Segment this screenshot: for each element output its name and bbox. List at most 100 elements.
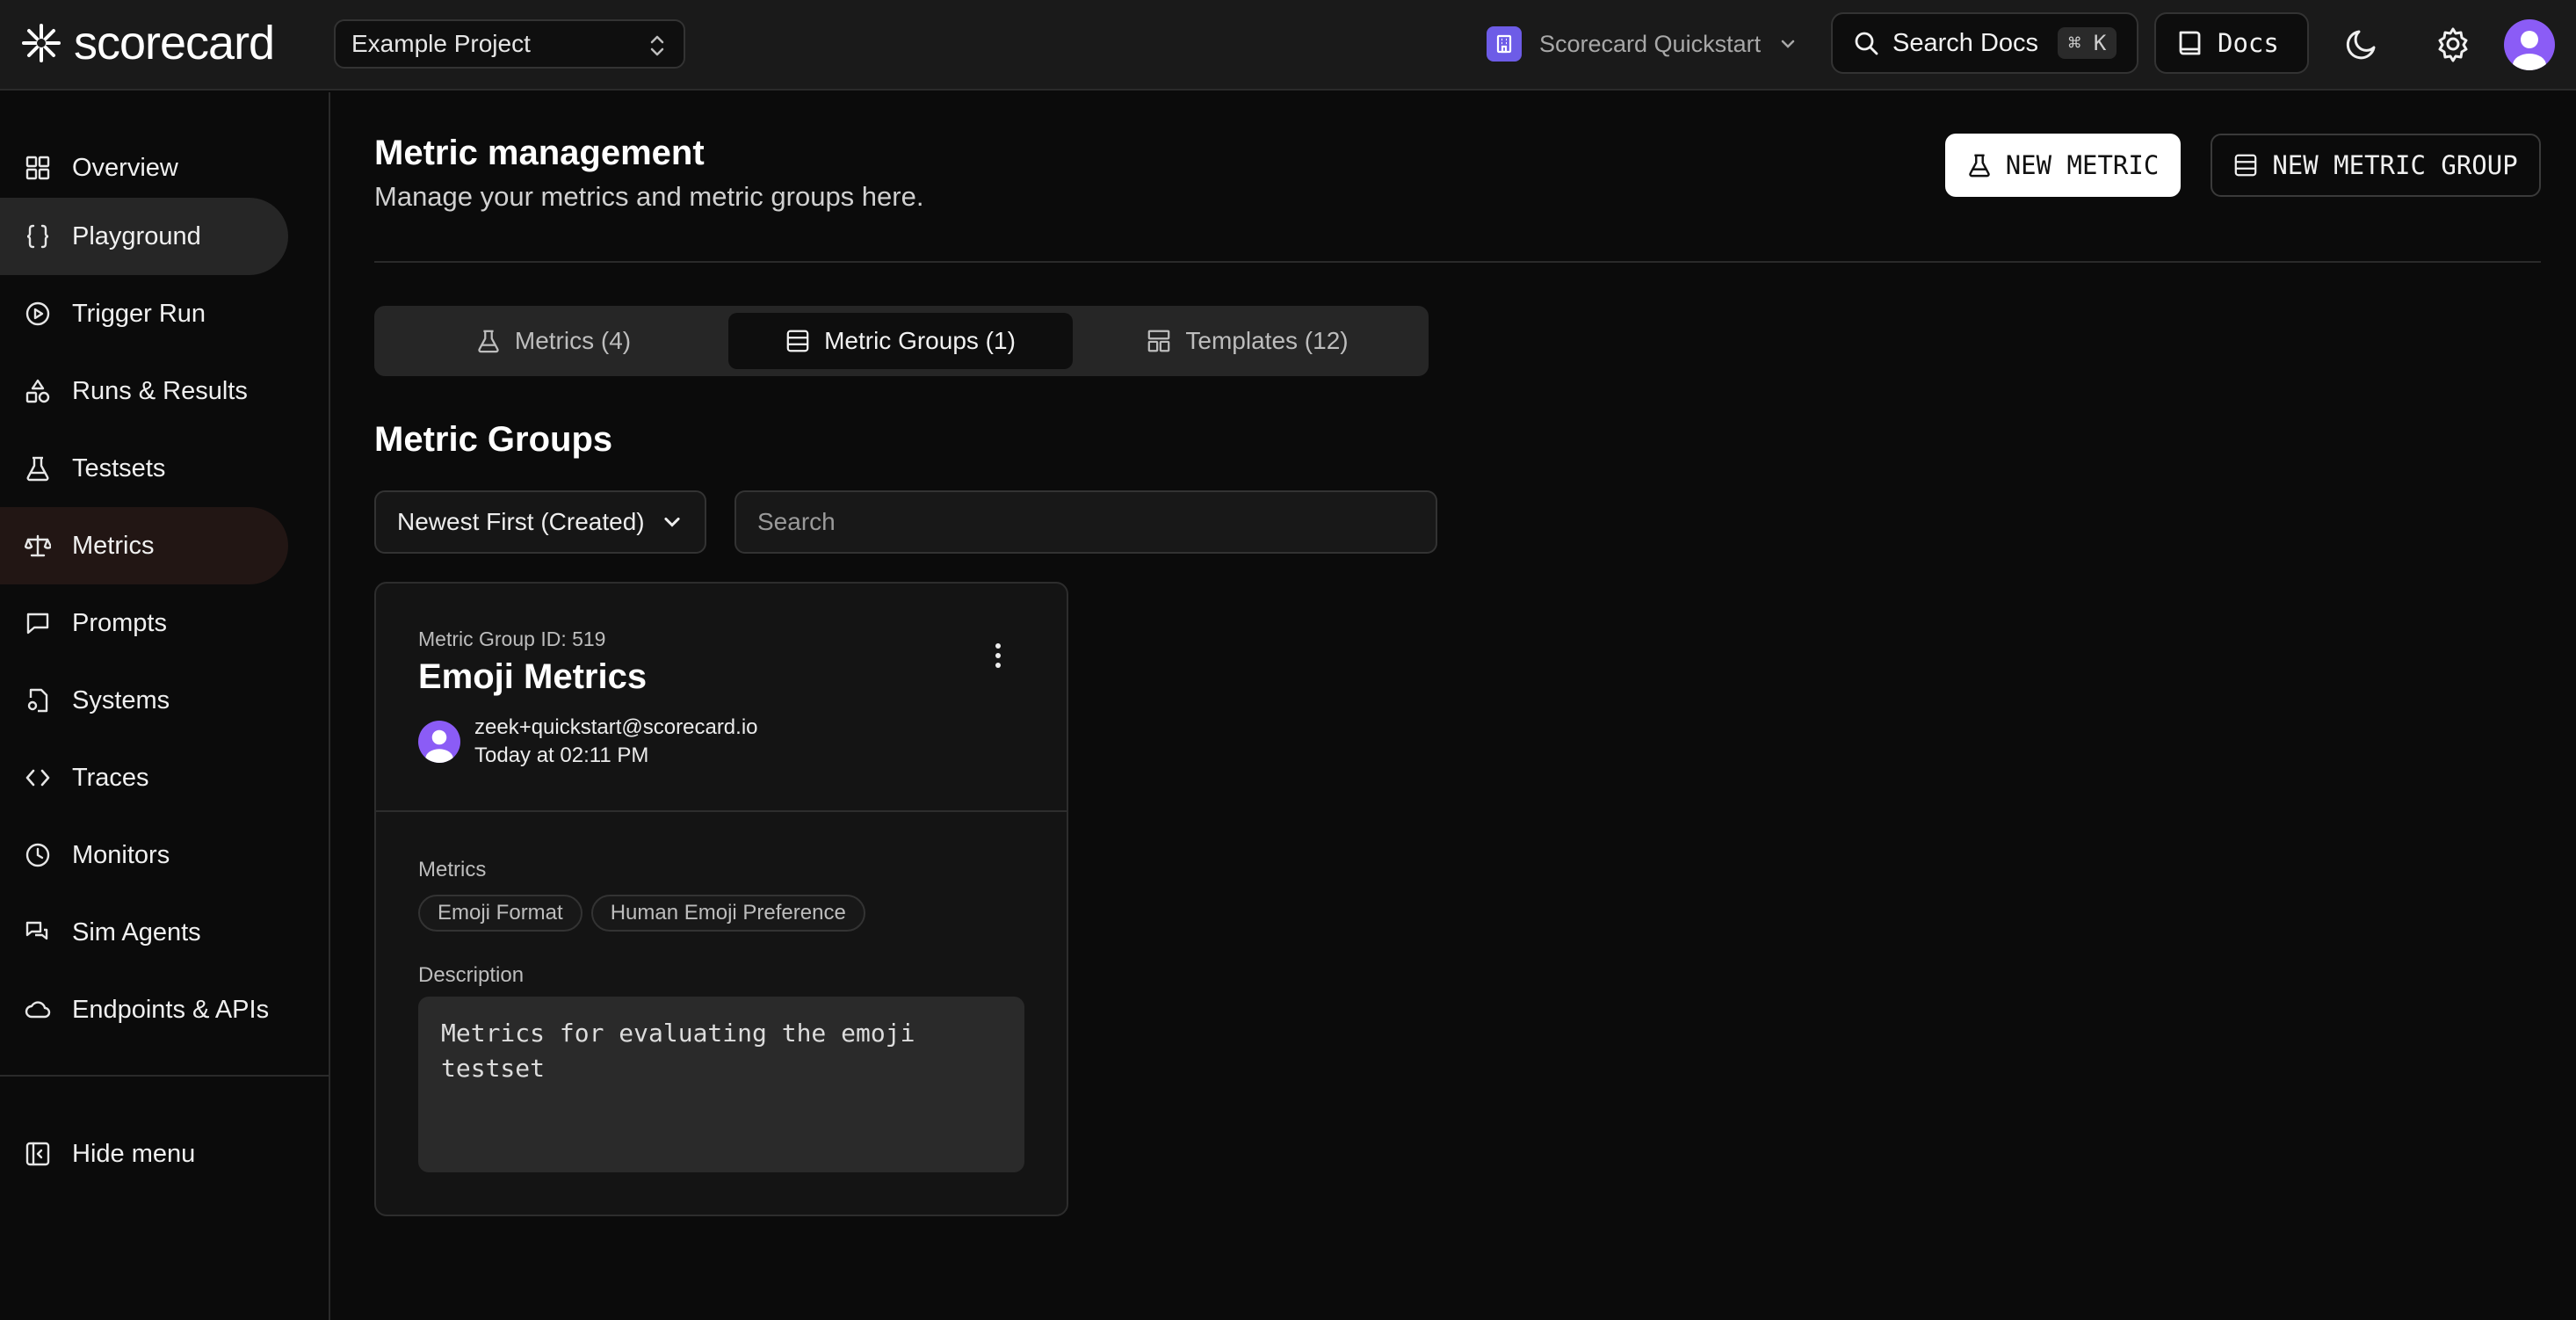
chevron-down-icon <box>661 511 684 533</box>
sidebar-item-overview[interactable]: Overview <box>0 129 288 207</box>
flask-icon <box>476 329 501 353</box>
org-name: Scorecard Quickstart <box>1539 30 1762 57</box>
description-label: Description <box>418 963 525 987</box>
list-icon <box>2233 153 2258 178</box>
sidebar-item-label: Systems <box>72 685 170 714</box>
sidebar-item-label: Sim Agents <box>72 917 201 946</box>
sidebar-item-label: Overview <box>72 153 178 182</box>
description-text[interactable]: Metrics for evaluating the emoji testset <box>418 997 1024 1172</box>
more-vertical-icon[interactable] <box>980 638 1016 673</box>
new-metric-button[interactable]: NEW METRIC <box>1945 134 2181 197</box>
project-select-value: Example Project <box>351 30 531 57</box>
tab-label: Metrics (4) <box>514 327 632 354</box>
docs-label: Docs <box>2218 28 2279 58</box>
sidebar-divider <box>0 1075 330 1077</box>
metric-chips: Emoji Format Human Emoji Preference <box>418 895 865 932</box>
docs-button[interactable]: Docs <box>2154 12 2309 74</box>
sidebar-item-monitors[interactable]: Monitors <box>0 816 288 894</box>
user-avatar[interactable] <box>2504 19 2555 70</box>
top-bar: scorecard Example Project Scorecard Quic… <box>0 0 2576 91</box>
sidebar-item-trigger-run[interactable]: Trigger Run <box>0 275 288 352</box>
tab-label: Metric Groups (1) <box>824 327 1016 354</box>
sidebar-item-label: Prompts <box>72 608 167 637</box>
project-select[interactable]: Example Project <box>334 19 685 69</box>
code-icon <box>25 765 51 791</box>
tab-label: Templates (12) <box>1185 327 1349 354</box>
clock-icon <box>25 842 51 868</box>
sidebar-item-playground[interactable]: Playground <box>0 198 288 275</box>
building-icon <box>1487 26 1522 62</box>
sidebar-item-label: Endpoints & APIs <box>72 995 270 1024</box>
metric-group-id: Metric Group ID: 519 <box>418 627 606 650</box>
new-metric-label: NEW METRIC <box>2005 150 2160 180</box>
metric-chip[interactable]: Human Emoji Preference <box>590 895 865 932</box>
sidebar-item-systems[interactable]: Systems <box>0 662 288 739</box>
gear-icon[interactable] <box>2432 23 2474 65</box>
tab-metrics[interactable]: Metrics (4) <box>381 313 726 369</box>
flask-icon <box>25 455 51 482</box>
header-divider <box>374 261 2541 263</box>
avatar <box>418 721 460 763</box>
new-metric-group-label: NEW METRIC GROUP <box>2272 150 2518 180</box>
sidebar-item-label: Monitors <box>72 840 170 869</box>
page-subtitle: Manage your metrics and metric groups he… <box>374 181 924 212</box>
braces-icon <box>25 223 51 250</box>
sidebar-item-label: Runs & Results <box>72 376 248 405</box>
sidebar-item-sim-agents[interactable]: Sim Agents <box>0 894 288 971</box>
metric-chip[interactable]: Emoji Format <box>418 895 582 932</box>
shapes-icon <box>25 378 51 404</box>
sidebar-item-testsets[interactable]: Testsets <box>0 430 288 507</box>
sidebar-item-label: Traces <box>72 763 149 792</box>
file-cog-icon <box>25 687 51 714</box>
chevrons-up-down-icon <box>647 33 668 58</box>
sidebar-item-label: Trigger Run <box>72 299 206 328</box>
page-title: Metric management <box>374 134 705 172</box>
message-square-icon <box>25 610 51 636</box>
logo-text: scorecard <box>74 17 275 69</box>
metric-group-title: Emoji Metrics <box>418 657 648 696</box>
logo[interactable]: scorecard <box>21 16 275 70</box>
hide-menu-button[interactable]: Hide menu <box>0 1115 288 1193</box>
sidebar: Overview Playground Trigger Run Runs & R… <box>0 92 330 1320</box>
new-metric-group-button[interactable]: NEW METRIC GROUP <box>2211 134 2541 197</box>
play-circle-icon <box>25 301 51 327</box>
sidebar-item-metrics[interactable]: Metrics <box>0 507 288 584</box>
tab-bar: Metrics (4) Metric Groups (1) Templates … <box>374 306 1429 376</box>
scale-icon <box>25 533 51 559</box>
sidebar-item-label: Playground <box>72 221 201 250</box>
metrics-label: Metrics <box>418 858 487 881</box>
creator-email: zeek+quickstart@scorecard.io <box>474 715 758 739</box>
search-docs-button[interactable]: Search Docs ⌘ K <box>1831 12 2138 74</box>
sidebar-item-prompts[interactable]: Prompts <box>0 584 288 662</box>
chevron-down-icon <box>1778 34 1798 54</box>
layout-icon <box>1147 329 1171 353</box>
search-icon <box>1852 29 1880 57</box>
search-docs-label: Search Docs <box>1892 28 2039 57</box>
list-icon <box>785 329 810 353</box>
cloud-icon <box>25 997 51 1023</box>
sidebar-item-endpoints-apis[interactable]: Endpoints & APIs <box>0 971 288 1048</box>
section-title: Metric Groups <box>374 420 613 459</box>
sidebar-item-label: Metrics <box>72 531 155 560</box>
created-time: Today at 02:11 PM <box>474 743 649 767</box>
flask-icon <box>1967 153 1992 178</box>
card-divider <box>376 810 1067 812</box>
panel-left-icon <box>25 1141 51 1167</box>
moon-icon[interactable] <box>2341 23 2383 65</box>
tab-metric-groups[interactable]: Metric Groups (1) <box>728 313 1073 369</box>
hide-menu-label: Hide menu <box>72 1139 196 1168</box>
metric-group-card[interactable]: Metric Group ID: 519 Emoji Metrics zeek+… <box>374 582 1068 1216</box>
sidebar-item-label: Testsets <box>72 453 166 482</box>
messages-icon <box>25 919 51 946</box>
org-switcher[interactable]: Scorecard Quickstart <box>1487 23 1798 65</box>
sort-select-value: Newest First (Created) <box>397 508 645 535</box>
asterisk-logo-icon <box>21 23 62 63</box>
sidebar-item-runs-results[interactable]: Runs & Results <box>0 352 288 430</box>
sidebar-item-traces[interactable]: Traces <box>0 739 288 816</box>
sort-select[interactable]: Newest First (Created) <box>374 490 706 554</box>
keyboard-shortcut-badge: ⌘ K <box>2058 27 2117 59</box>
grid-icon <box>25 155 51 181</box>
search-input[interactable] <box>734 490 1437 554</box>
tab-templates[interactable]: Templates (12) <box>1075 313 1420 369</box>
book-icon <box>2175 28 2205 58</box>
